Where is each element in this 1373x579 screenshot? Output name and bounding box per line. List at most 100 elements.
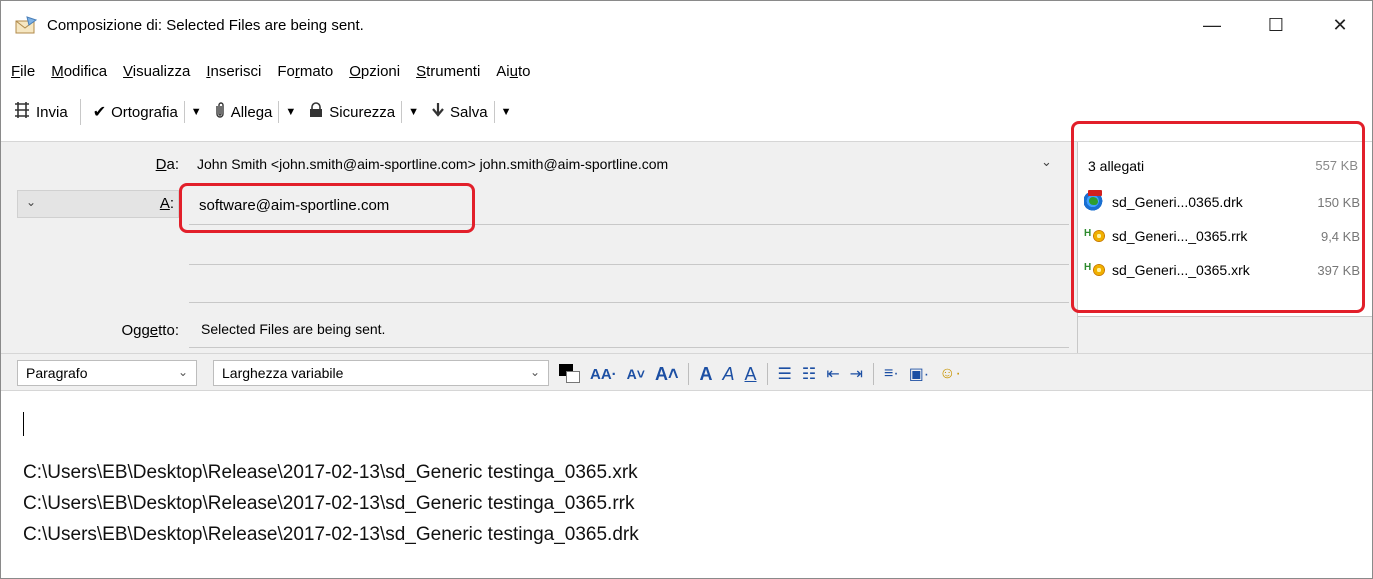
menu-inserisci[interactable]: Inserisci bbox=[204, 63, 263, 80]
italic-icon[interactable]: A bbox=[722, 364, 734, 385]
send-label: Invia bbox=[36, 103, 68, 121]
globe-icon bbox=[1084, 190, 1106, 212]
font-size-icon[interactable]: AA· bbox=[590, 366, 617, 383]
chevron-down-icon[interactable]: ⌄ bbox=[1041, 154, 1052, 170]
numbered-list-icon[interactable]: ☷ bbox=[802, 364, 816, 384]
format-tools: AA· A˅ A˄ A A A ☰ ☷ ⇤ ⇥ ≡· ▣· ☺· bbox=[559, 362, 966, 386]
attachments-total-size: 557 KB bbox=[1315, 158, 1358, 173]
window-controls: — ☐ ✕ bbox=[1180, 1, 1372, 49]
menu-aiuto[interactable]: Aiuto bbox=[494, 63, 532, 80]
attachment-item[interactable]: sd_Generi..._0365.rrk 9,4 KB bbox=[1084, 224, 1360, 248]
send-button[interactable]: Invia bbox=[9, 97, 72, 127]
recipient-empty-row[interactable] bbox=[189, 302, 1069, 303]
bold-icon[interactable]: A bbox=[699, 364, 712, 385]
paragraph-format-select[interactable]: Paragrafo ⌄ bbox=[17, 360, 197, 386]
outdent-icon[interactable]: ⇤ bbox=[826, 364, 839, 384]
security-dropdown[interactable]: ▼ bbox=[399, 97, 427, 127]
font-select[interactable]: Larghezza variabile ⌄ bbox=[213, 360, 549, 386]
paragraph-format-value: Paragrafo bbox=[26, 365, 88, 381]
save-dropdown[interactable]: ▼ bbox=[492, 97, 520, 127]
to-recipient[interactable]: software@aim-sportline.com bbox=[199, 197, 389, 214]
font-value: Larghezza variabile bbox=[222, 365, 344, 381]
attachments-count: 3 allegati bbox=[1088, 158, 1145, 174]
attachment-name: sd_Generi..._0365.rrk bbox=[1112, 228, 1248, 244]
attachments-pane: 3 allegati 557 KB sd_Generi...0365.drk 1… bbox=[1077, 142, 1372, 354]
attachments-pane-footer bbox=[1078, 316, 1372, 354]
lock-icon bbox=[308, 101, 324, 123]
message-header: Da: John Smith <john.smith@aim-sportline… bbox=[1, 141, 1372, 354]
align-icon[interactable]: ≡· bbox=[884, 365, 899, 383]
from-label: Da: bbox=[155, 156, 179, 173]
menu-opzioni[interactable]: Opzioni bbox=[347, 63, 402, 80]
save-button[interactable]: Salva bbox=[427, 97, 492, 127]
paperclip-icon bbox=[214, 101, 226, 124]
text-color-icon[interactable] bbox=[559, 364, 585, 384]
body-line: C:\Users\EB\Desktop\Release\2017-02-13\s… bbox=[23, 524, 639, 545]
insert-image-icon[interactable]: ▣· bbox=[909, 364, 929, 384]
to-label: A: bbox=[159, 195, 174, 212]
format-separator bbox=[873, 363, 875, 385]
chevron-down-icon: ⌄ bbox=[177, 365, 188, 379]
underline-icon[interactable]: A bbox=[745, 364, 757, 385]
menu-modifica[interactable]: Modifica bbox=[49, 63, 109, 80]
bullet-list-icon[interactable]: ☰ bbox=[778, 364, 792, 384]
menu-file[interactable]: File bbox=[9, 63, 37, 80]
format-separator bbox=[766, 363, 768, 385]
log-file-icon bbox=[1084, 226, 1106, 246]
decrease-font-icon[interactable]: A˅ bbox=[627, 366, 645, 382]
main-toolbar: Invia ✔ Ortografia ▼ Allega ▼ Sicurezza … bbox=[1, 95, 519, 129]
checkmark-icon: ✔ bbox=[92, 104, 107, 121]
subject-label: Oggetto: bbox=[121, 322, 179, 339]
attachments-header[interactable]: 3 allegati 557 KB bbox=[1088, 158, 1358, 174]
toolbar-separator bbox=[79, 99, 81, 125]
chevron-down-icon: ⌄ bbox=[529, 365, 540, 379]
recipient-empty-row[interactable] bbox=[189, 264, 1069, 265]
close-button[interactable]: ✕ bbox=[1308, 1, 1372, 49]
from-select[interactable]: John Smith <john.smith@aim-sportline.com… bbox=[197, 156, 668, 172]
security-button[interactable]: Sicurezza bbox=[304, 97, 399, 127]
attachment-item[interactable]: sd_Generi...0365.drk 150 KB bbox=[1084, 190, 1360, 214]
smiley-icon[interactable]: ☺· bbox=[939, 365, 961, 383]
minimize-button[interactable]: — bbox=[1180, 1, 1244, 49]
text-caret bbox=[23, 412, 24, 436]
attach-button[interactable]: Allega bbox=[210, 97, 277, 127]
recipient-divider bbox=[189, 224, 1069, 225]
maximize-button[interactable]: ☐ bbox=[1244, 1, 1308, 49]
attachment-name: sd_Generi...0365.drk bbox=[1112, 194, 1243, 210]
menu-formato[interactable]: Formato bbox=[275, 63, 335, 80]
compose-envelope-icon bbox=[15, 16, 38, 34]
increase-font-icon[interactable]: A˄ bbox=[655, 364, 679, 385]
attachment-size: 397 KB bbox=[1317, 262, 1360, 278]
send-icon bbox=[13, 101, 31, 123]
body-line: C:\Users\EB\Desktop\Release\2017-02-13\s… bbox=[23, 462, 638, 483]
attachment-name: sd_Generi..._0365.xrk bbox=[1112, 262, 1250, 278]
security-label: Sicurezza bbox=[329, 103, 396, 121]
subject-field[interactable]: Selected Files are being sent. bbox=[189, 314, 1069, 348]
attachment-item[interactable]: sd_Generi..._0365.xrk 397 KB bbox=[1084, 258, 1360, 282]
menu-strumenti[interactable]: Strumenti bbox=[414, 63, 482, 80]
chevron-down-icon: ⌄ bbox=[26, 195, 37, 209]
window-title: Composizione di: Selected Files are bein… bbox=[47, 16, 364, 34]
to-field[interactable]: software@aim-sportline.com bbox=[189, 190, 1069, 224]
format-toolbar: Paragrafo ⌄ Larghezza variabile ⌄ AA· A˅… bbox=[1, 353, 1372, 391]
menu-visualizza[interactable]: Visualizza bbox=[121, 63, 192, 80]
attach-label: Allega bbox=[230, 103, 273, 121]
title-bar: Composizione di: Selected Files are bein… bbox=[1, 1, 1372, 49]
log-file-icon bbox=[1084, 260, 1106, 280]
indent-icon[interactable]: ⇥ bbox=[850, 364, 863, 384]
attachment-size: 150 KB bbox=[1317, 194, 1360, 210]
attachment-size: 9,4 KB bbox=[1320, 228, 1360, 244]
compose-window: Composizione di: Selected Files are bein… bbox=[0, 0, 1373, 579]
spelling-dropdown[interactable]: ▼ bbox=[182, 97, 210, 127]
spelling-button[interactable]: ✔ Ortografia bbox=[89, 97, 182, 127]
body-line: C:\Users\EB\Desktop\Release\2017-02-13\s… bbox=[23, 493, 635, 514]
attach-dropdown[interactable]: ▼ bbox=[276, 97, 304, 127]
arrow-down-icon bbox=[431, 102, 445, 123]
format-separator bbox=[688, 363, 690, 385]
subject-value[interactable]: Selected Files are being sent. bbox=[201, 321, 385, 337]
spelling-label: Ortografia bbox=[111, 103, 178, 121]
save-label: Salva bbox=[450, 103, 488, 121]
recipient-type-select[interactable]: ⌄ A: bbox=[17, 190, 179, 218]
menu-bar: File Modifica Visualizza Inserisci Forma… bbox=[1, 59, 545, 83]
message-body-editor[interactable]: C:\Users\EB\Desktop\Release\2017-02-13\s… bbox=[1, 392, 1372, 578]
